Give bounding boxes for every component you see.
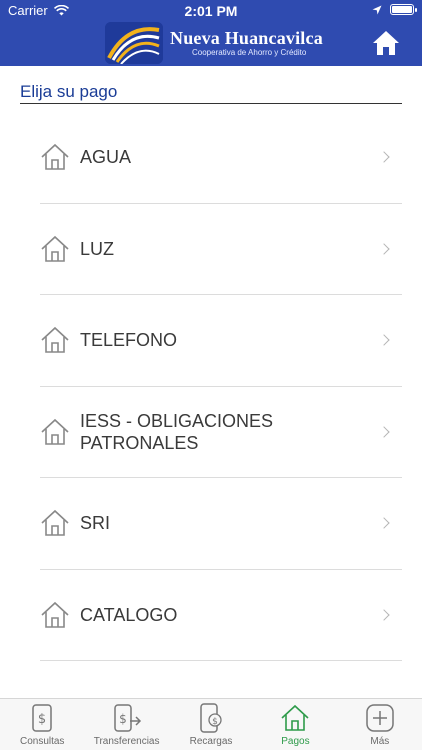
chevron-right-icon xyxy=(378,243,390,255)
mobile-recharge-icon: $ xyxy=(200,703,222,733)
tab-mas[interactable]: Más xyxy=(338,699,422,750)
payment-label: SRI xyxy=(80,513,111,534)
payment-label: TELEFONO xyxy=(80,330,178,351)
chevron-right-icon xyxy=(378,517,390,529)
tab-label: Transferencias xyxy=(93,736,160,747)
house-icon xyxy=(41,235,69,262)
tab-pagos[interactable]: Pagos xyxy=(253,699,337,750)
payment-item-sri[interactable]: SRI xyxy=(40,478,402,570)
transfer-icon: $ xyxy=(113,704,141,732)
status-bar: Carrier 2:01 PM xyxy=(0,0,422,22)
status-time: 2:01 PM xyxy=(184,3,238,19)
logo-swoosh-icon xyxy=(105,22,163,64)
tab-label: Recargas xyxy=(189,736,233,747)
tab-consultas[interactable]: $ Consultas xyxy=(0,699,84,750)
status-indicators xyxy=(372,4,417,15)
brand-name: Nueva Huancavilca xyxy=(170,28,323,48)
tab-transferencias[interactable]: $ Transferencias xyxy=(84,699,168,750)
brand-subtitle: Cooperativa de Ahorro y Crédito xyxy=(192,48,307,57)
payment-list: AGUA LUZ TELEFONO IESS - OBLIGACIONES PA… xyxy=(40,112,402,661)
svg-text:$: $ xyxy=(38,712,46,727)
house-icon xyxy=(41,418,69,445)
chevron-right-icon xyxy=(378,426,390,438)
svg-text:$: $ xyxy=(212,717,218,727)
payment-label: AGUA xyxy=(80,147,132,168)
tab-label: Pagos xyxy=(281,736,310,747)
battery-icon xyxy=(390,4,417,15)
tab-recargas[interactable]: $ Recargas xyxy=(169,699,253,750)
section-title: Elija su pago xyxy=(20,82,402,104)
payment-item-agua[interactable]: AGUA xyxy=(40,112,402,204)
svg-text:$: $ xyxy=(119,712,127,726)
app-header: Carrier 2:01 PM Nueva Huancavilca Cooper… xyxy=(0,0,422,66)
payment-item-iess[interactable]: IESS - OBLIGACIONES PATRONALES xyxy=(40,387,402,478)
payment-item-catalogo[interactable]: CATALOGO xyxy=(40,570,402,661)
house-icon xyxy=(41,144,69,171)
tab-label: Más xyxy=(370,736,390,747)
plus-icon xyxy=(366,704,394,732)
tab-bar: $ Consultas $ Transferencias $ Recargas … xyxy=(0,698,422,750)
chevron-right-icon xyxy=(378,609,390,621)
tab-label: Consultas xyxy=(19,736,65,747)
home-icon[interactable] xyxy=(372,30,400,56)
chevron-right-icon xyxy=(378,334,390,346)
payment-item-luz[interactable]: LUZ xyxy=(40,204,402,295)
payment-label: IESS - OBLIGACIONES PATRONALES xyxy=(80,410,274,453)
brand-logo xyxy=(105,22,163,64)
house-icon xyxy=(41,510,69,537)
payment-label: CATALOGO xyxy=(80,604,178,625)
dollar-phone-icon: $ xyxy=(32,704,52,732)
house-icon xyxy=(281,704,309,731)
house-icon xyxy=(41,327,69,354)
payment-item-telefono[interactable]: TELEFONO xyxy=(40,295,402,387)
chevron-right-icon xyxy=(378,151,390,163)
location-arrow-icon xyxy=(372,5,382,14)
brand-wordmark: Nueva Huancavilca Cooperativa de Ahorro … xyxy=(170,28,323,57)
payment-label: LUZ xyxy=(80,238,115,259)
house-icon xyxy=(41,601,69,628)
